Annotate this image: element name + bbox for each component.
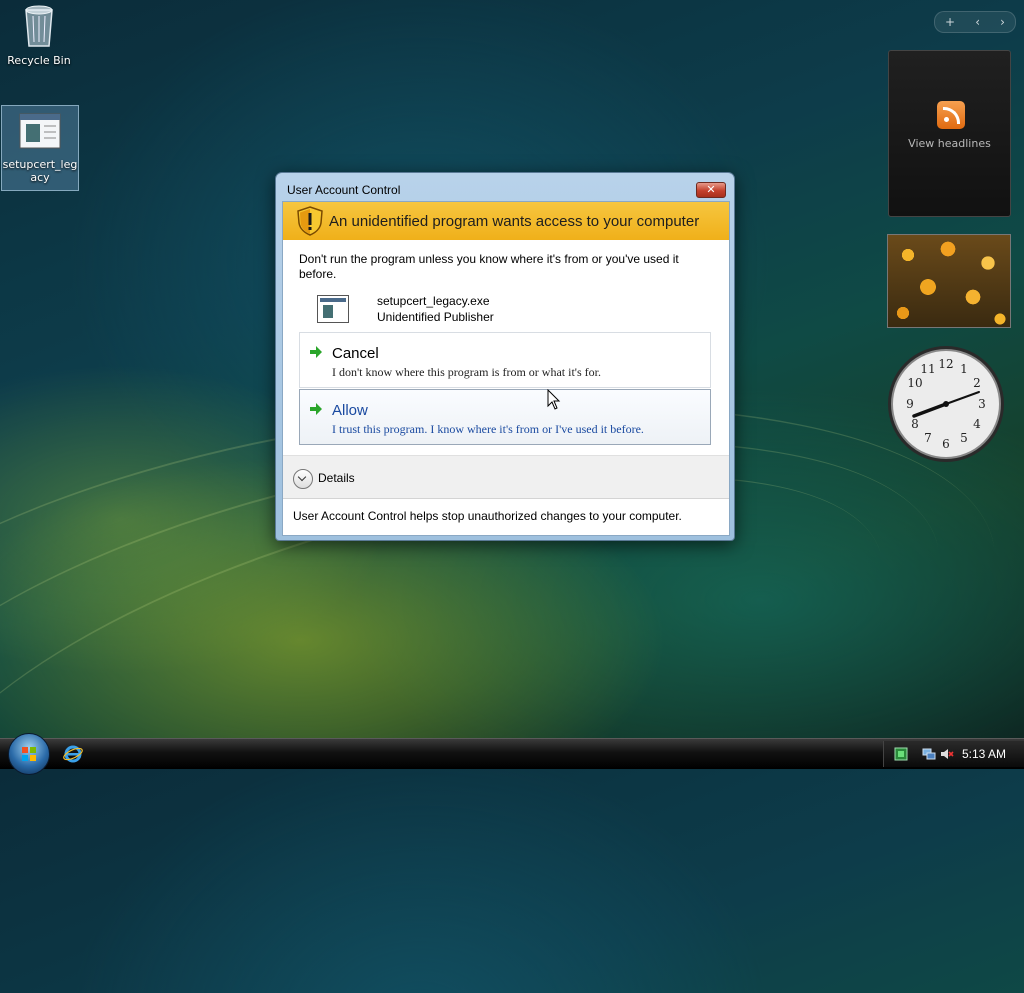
dialog-client-area: An unidentified program wants access to …: [282, 201, 730, 536]
program-file-icon: [19, 113, 61, 149]
allow-option[interactable]: Allow I trust this program. I know where…: [299, 389, 711, 445]
rss-feed-icon: [937, 101, 965, 129]
add-gadget-icon[interactable]: +: [945, 15, 955, 29]
svg-text:6: 6: [942, 437, 950, 451]
recycle-bin-icon: [25, 5, 53, 47]
cancel-option-title: Cancel: [332, 345, 379, 362]
svg-text:11: 11: [920, 362, 935, 376]
svg-text:12: 12: [938, 357, 953, 371]
warning-shield-icon: [297, 206, 323, 236]
details-label[interactable]: Details: [318, 471, 355, 485]
clock-gadget[interactable]: 12 1 2 3 4 5 6 7 8 9 10 11: [886, 344, 1006, 464]
volume-muted-icon[interactable]: [940, 747, 954, 761]
dialog-titlebar[interactable]: User Account Control ✕: [276, 173, 734, 201]
green-arrow-icon: [310, 346, 322, 358]
feed-headlines-gadget[interactable]: View headlines: [888, 50, 1011, 217]
security-center-icon[interactable]: [894, 747, 908, 761]
intro-text: Don't run the program unless you know wh…: [299, 252, 679, 281]
windows-flag-icon: [22, 747, 36, 761]
taskbar-clock[interactable]: 5:13 AM: [962, 747, 1006, 761]
banner-heading: An unidentified program wants access to …: [329, 213, 700, 230]
mouse-cursor-icon: [547, 389, 561, 410]
program-name: setupcert_legacy.exe: [377, 294, 490, 308]
svg-text:10: 10: [907, 376, 922, 390]
svg-text:1: 1: [960, 362, 968, 376]
desktop-icon-setupcert[interactable]: setupcert_leg acy: [1, 105, 79, 191]
svg-text:2: 2: [973, 376, 981, 390]
svg-text:5: 5: [960, 431, 968, 445]
warning-banner: An unidentified program wants access to …: [283, 202, 729, 240]
program-icon: [317, 295, 349, 323]
allow-option-desc: I trust this program. I know where it's …: [332, 422, 644, 436]
network-icon[interactable]: [922, 747, 936, 761]
internet-explorer-icon[interactable]: [63, 744, 83, 764]
allow-option-title: Allow: [332, 402, 368, 419]
cancel-option[interactable]: Cancel I don't know where this program i…: [299, 332, 711, 388]
details-expand-button[interactable]: [293, 469, 313, 489]
dialog-title: User Account Control: [287, 183, 401, 197]
desktop-icon-recycle-bin[interactable]: Recycle Bin: [1, 2, 77, 67]
details-section: Details: [283, 455, 729, 499]
start-button[interactable]: [8, 733, 50, 775]
feed-gadget-label[interactable]: View headlines: [889, 137, 1010, 150]
svg-text:7: 7: [924, 431, 932, 445]
slideshow-gadget[interactable]: [887, 234, 1011, 328]
dialog-footer-text: User Account Control helps stop unauthor…: [293, 509, 682, 523]
uac-dialog: User Account Control ✕ An unidentified p…: [275, 172, 735, 541]
notification-area: 5:13 AM: [883, 741, 1024, 767]
taskbar: 5:13 AM: [0, 733, 1024, 775]
desktop-icon-label: Recycle Bin: [7, 54, 71, 67]
close-button[interactable]: ✕: [696, 182, 726, 198]
svg-text:3: 3: [978, 397, 986, 411]
previous-icon[interactable]: ‹: [975, 15, 980, 29]
green-arrow-icon: [310, 403, 322, 415]
sidebar-controls[interactable]: + ‹ ›: [934, 11, 1016, 33]
desktop-icon-label: setupcert_leg acy: [2, 158, 78, 184]
program-publisher: Unidentified Publisher: [377, 310, 494, 324]
next-icon[interactable]: ›: [1000, 15, 1005, 29]
svg-text:8: 8: [911, 417, 919, 431]
cancel-option-desc: I don't know where this program is from …: [332, 365, 601, 379]
svg-text:9: 9: [906, 397, 914, 411]
svg-text:4: 4: [973, 417, 981, 431]
